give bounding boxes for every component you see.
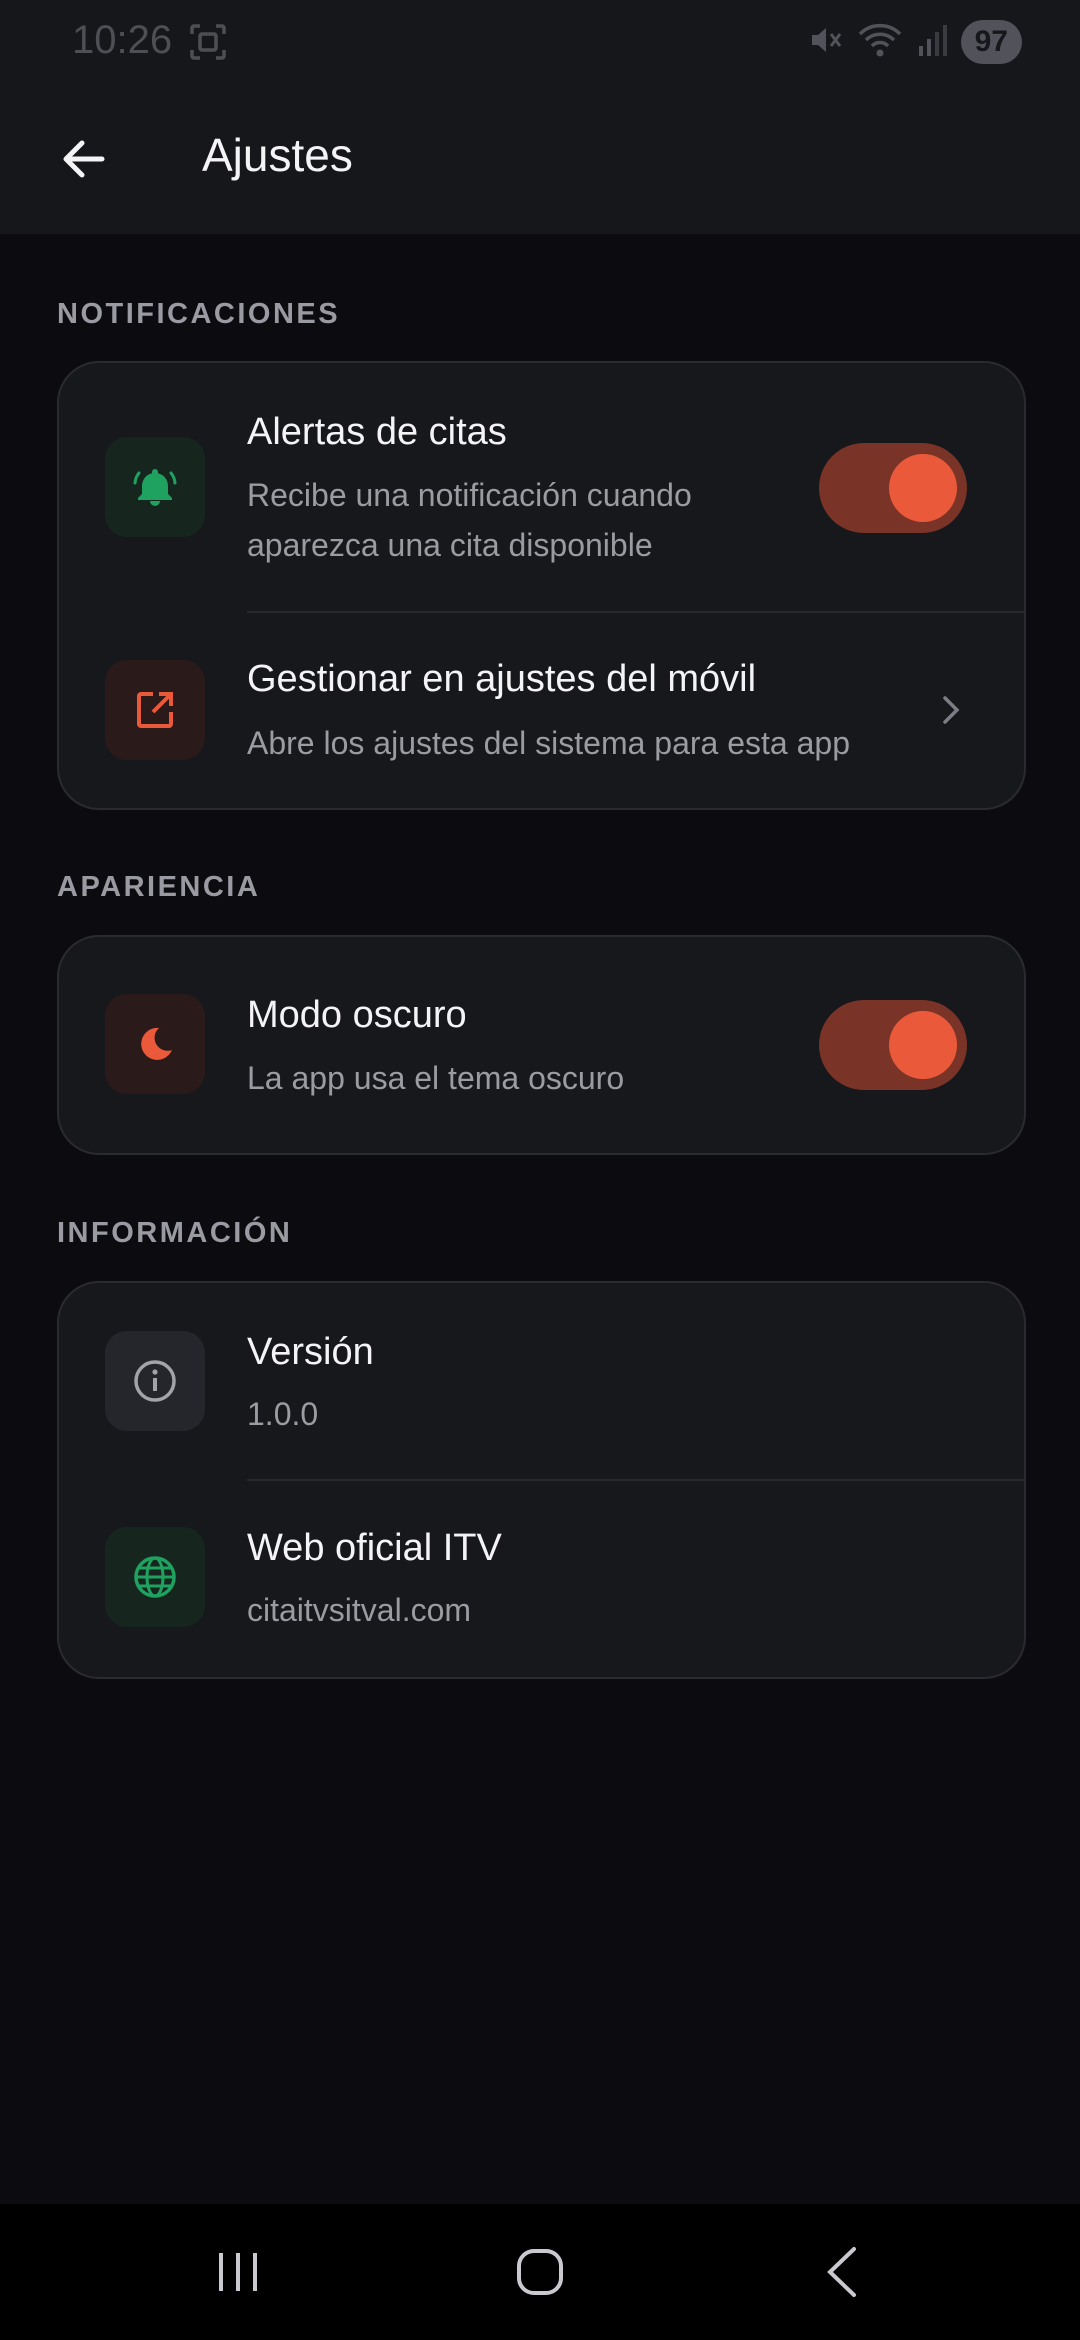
- dark-mode-toggle[interactable]: [819, 1000, 967, 1090]
- version-title: Versión: [247, 1331, 374, 1373]
- notifications-card: Alertas de citas Recibe una notificación…: [57, 361, 1026, 810]
- status-time: 10:26: [72, 18, 173, 62]
- bell-ring-icon: [105, 437, 205, 537]
- app-bar: Ajustes: [0, 84, 1080, 234]
- home-icon: [517, 2249, 563, 2295]
- alerts-row[interactable]: Alertas de citas Recibe una notificación…: [59, 363, 1024, 611]
- back-button[interactable]: [50, 126, 116, 192]
- info-card: Versión 1.0.0 Web oficial ITV citaitvsit…: [57, 1281, 1026, 1679]
- arrow-left-icon: [63, 140, 105, 178]
- toggle-knob: [889, 1011, 957, 1079]
- status-bar: 10:26 97: [0, 0, 1080, 84]
- signal-icon: [917, 22, 947, 63]
- alerts-subtitle-line1: Recibe una notificación cuando: [247, 477, 692, 513]
- battery-indicator: 97: [960, 20, 1022, 64]
- version-value: 1.0.0: [247, 1396, 319, 1432]
- section-label-appearance: APARIENCIA: [57, 871, 261, 903]
- page-title: Ajustes: [202, 129, 353, 181]
- info-icon: [105, 1331, 205, 1431]
- wifi-icon: [857, 20, 903, 65]
- website-title: Web oficial ITV: [247, 1527, 502, 1569]
- chevron-left-icon: [827, 2247, 856, 2297]
- moon-icon: [105, 994, 205, 1094]
- toggle-knob: [889, 454, 957, 522]
- version-row: Versión 1.0.0: [59, 1283, 1024, 1479]
- alerts-title: Alertas de citas: [247, 411, 507, 453]
- open-external-icon: [105, 660, 205, 760]
- system-settings-row[interactable]: Gestionar en ajustes del móvil Abre los …: [59, 613, 1024, 808]
- section-label-notifications: NOTIFICACIONES: [57, 298, 341, 330]
- dark-mode-title: Modo oscuro: [247, 994, 467, 1036]
- website-row[interactable]: Web oficial ITV citaitvsitval.com: [59, 1481, 1024, 1677]
- home-button[interactable]: [500, 2240, 580, 2304]
- appearance-card: Modo oscuro La app usa el tema oscuro: [57, 935, 1026, 1155]
- recent-apps-button[interactable]: [198, 2240, 278, 2304]
- system-nav-bar: [0, 2204, 1080, 2340]
- back-nav-button[interactable]: [802, 2240, 882, 2304]
- alerts-subtitle-line2: aparezca una cita disponible: [247, 527, 653, 563]
- website-value: citaitvsitval.com: [247, 1592, 472, 1628]
- chevron-right-icon: [939, 693, 963, 732]
- system-settings-subtitle: Abre los ajustes del sistema para esta a…: [247, 725, 850, 761]
- recents-icon: [219, 2253, 257, 2291]
- section-label-info: INFORMACIÓN: [57, 1217, 293, 1249]
- mute-icon: [807, 22, 843, 63]
- dark-mode-subtitle: La app usa el tema oscuro: [247, 1060, 625, 1096]
- alerts-toggle[interactable]: [819, 443, 967, 533]
- system-settings-title: Gestionar en ajustes del móvil: [247, 658, 757, 700]
- screenshot-icon: [188, 22, 228, 67]
- dark-mode-row[interactable]: Modo oscuro La app usa el tema oscuro: [59, 937, 1024, 1153]
- globe-icon: [105, 1527, 205, 1627]
